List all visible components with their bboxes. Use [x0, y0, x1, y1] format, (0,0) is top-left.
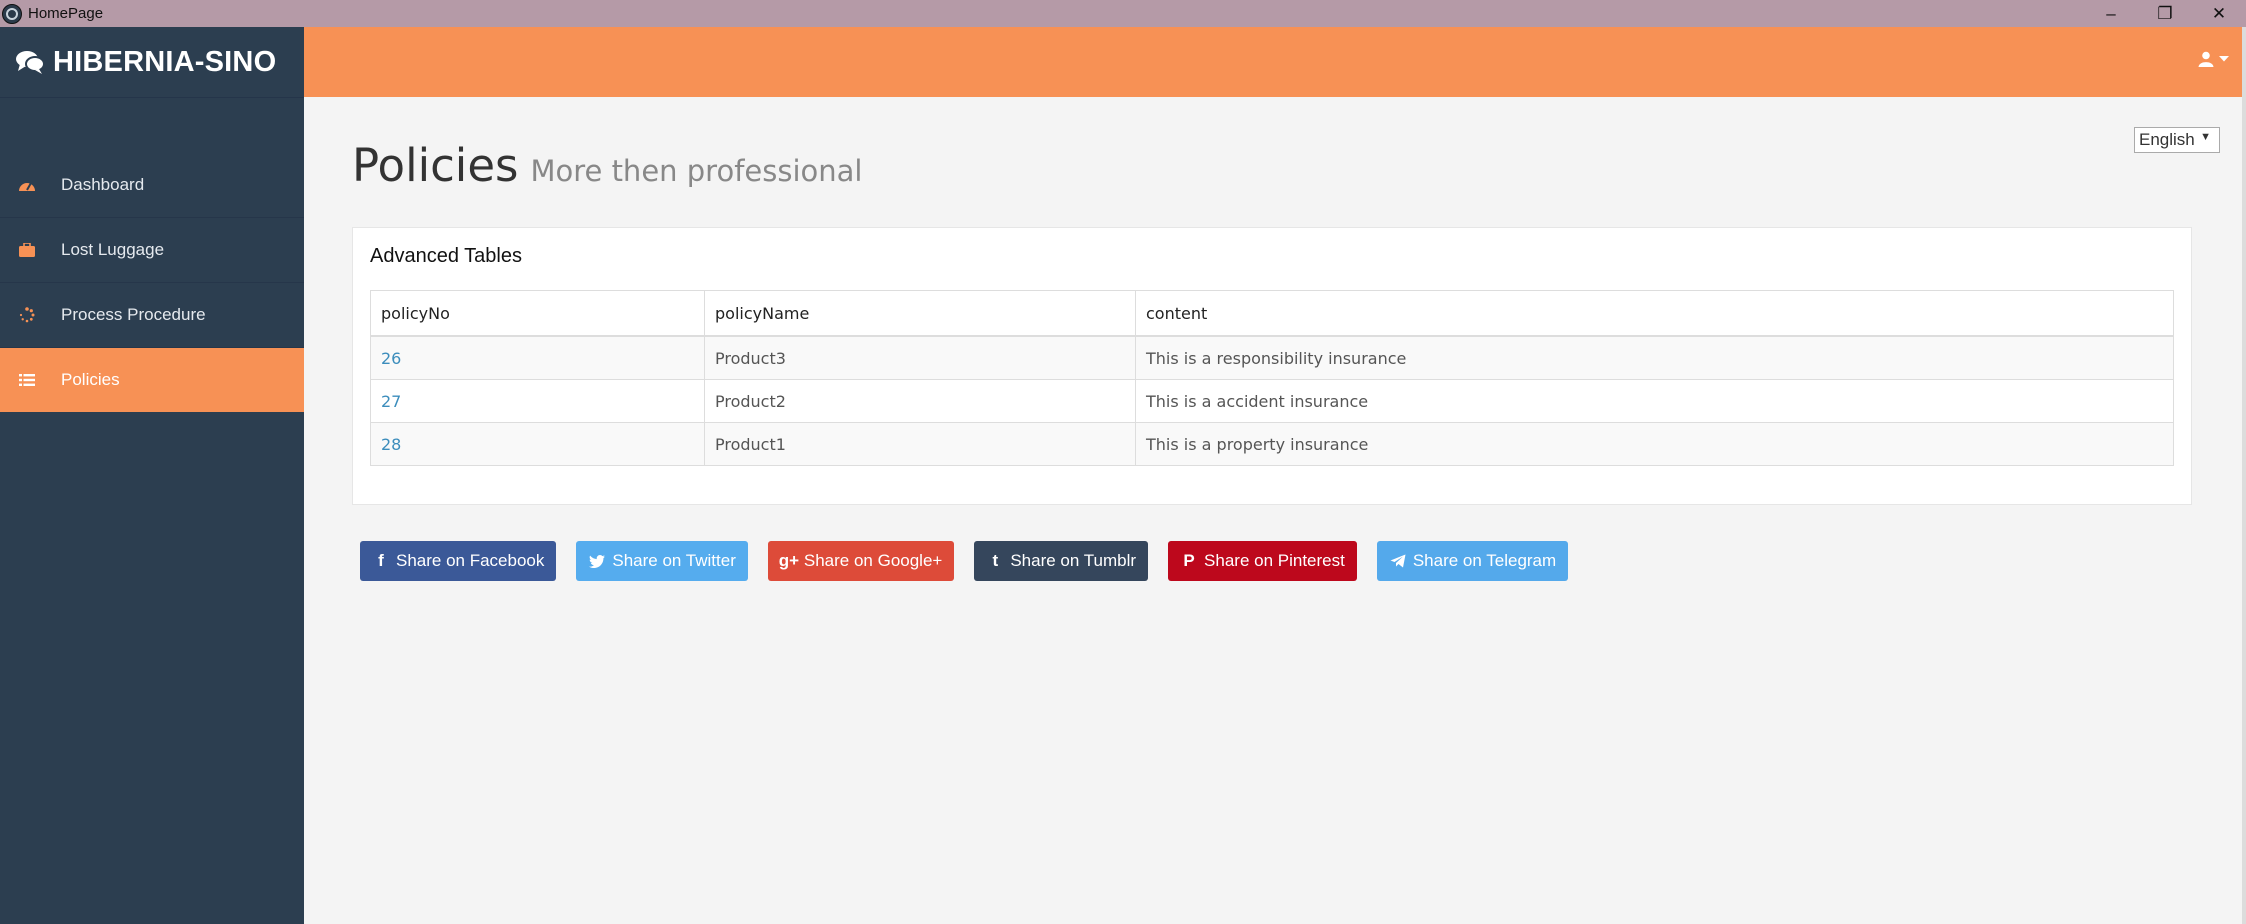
policy-no-link[interactable]: 27: [381, 392, 401, 411]
policy-name-cell: Product1: [704, 422, 1136, 466]
policy-name-cell: Product2: [704, 379, 1136, 423]
policy-no-link[interactable]: 26: [381, 349, 401, 368]
sidebar-item-process-procedure[interactable]: Process Procedure: [0, 283, 304, 348]
share-google-label: Share on Google+: [803, 551, 943, 570]
share-facebook-label: Share on Facebook: [396, 551, 545, 570]
share-twitter-button[interactable]: Share on Twitter: [576, 541, 748, 581]
policy-no-link[interactable]: 28: [381, 435, 401, 454]
share-buttons: f Share on Facebook Share on Twitter g+ …: [360, 541, 1588, 581]
table-header-row: policyNo policyName content: [370, 290, 2174, 337]
sidebar-item-label: Dashboard: [61, 175, 145, 194]
share-pinterest-label: Share on Pinterest: [1204, 551, 1345, 570]
window-titlebar: HomePage – ❐ ✕: [0, 0, 2246, 27]
app-icon: [2, 3, 22, 24]
panel-title: Advanced Tables: [370, 245, 522, 267]
brand-name: HIBERNIA-SINO: [53, 45, 277, 78]
content-cell: This is a responsibility insurance: [1135, 335, 2174, 380]
sidebar-menu: Dashboard Lost Luggage Process Procedure: [0, 153, 304, 412]
sidebar-item-policies[interactable]: Policies: [0, 348, 304, 412]
page-subtitle: More then professional: [530, 154, 863, 188]
minimize-button[interactable]: –: [2084, 0, 2138, 27]
sidebar-item-label: Policies: [61, 370, 120, 389]
google-plus-icon: g+: [778, 551, 800, 570]
window-controls: – ❐ ✕: [2084, 0, 2246, 27]
share-facebook-button[interactable]: f Share on Facebook: [360, 541, 557, 581]
table-row: 28 Product1 This is a property insurance: [370, 422, 2174, 466]
sidebar-item-lost-luggage[interactable]: Lost Luggage: [0, 218, 304, 283]
sidebar-item-dashboard[interactable]: Dashboard: [0, 153, 304, 218]
brand[interactable]: HIBERNIA-SINO: [0, 27, 304, 98]
page-heading: Policies More then professional: [352, 139, 862, 192]
page-title: Policies: [352, 139, 519, 192]
dropdown-arrow-icon: ▼: [2200, 131, 2211, 143]
caret-down-icon: [2219, 56, 2229, 62]
main-content: English ▼ Policies More then professiona…: [304, 97, 2242, 924]
table-row: 27 Product2 This is a accident insurance: [370, 379, 2174, 423]
language-selected: English: [2139, 130, 2195, 149]
dashboard-icon: [18, 176, 36, 194]
sidebar-item-label: Process Procedure: [61, 305, 206, 324]
share-telegram-label: Share on Telegram: [1412, 551, 1557, 570]
comments-icon: [16, 51, 45, 74]
sidebar-item-label: Lost Luggage: [61, 240, 165, 259]
top-header: [304, 27, 2242, 97]
tumblr-icon: t: [992, 551, 999, 570]
user-icon: [2198, 51, 2214, 67]
telegram-icon: [1389, 552, 1407, 570]
policy-name-cell: Product3: [704, 335, 1136, 380]
share-tumblr-button[interactable]: t Share on Tumblr: [974, 541, 1149, 581]
facebook-icon: f: [378, 551, 384, 570]
restore-button[interactable]: ❐: [2138, 0, 2192, 27]
policy-no-cell: 27: [370, 379, 705, 423]
policy-no-cell: 28: [370, 422, 705, 466]
table-row: 26 Product3 This is a responsibility ins…: [370, 335, 2174, 380]
scrollbar[interactable]: [2242, 27, 2246, 924]
column-header-policyname[interactable]: policyName: [704, 290, 1136, 337]
briefcase-icon: [18, 241, 36, 259]
list-icon: [18, 371, 36, 389]
share-google-button[interactable]: g+ Share on Google+: [767, 541, 955, 581]
language-select[interactable]: English ▼: [2134, 127, 2220, 153]
pinterest-icon: P: [1183, 551, 1195, 570]
policy-no-cell: 26: [370, 335, 705, 380]
share-pinterest-button[interactable]: P Share on Pinterest: [1168, 541, 1357, 581]
content-cell: This is a accident insurance: [1135, 379, 2174, 423]
tables-panel: Advanced Tables policyNo policyName cont…: [352, 227, 2192, 505]
sidebar: HIBERNIA-SINO Dashboard Lost Luggage Pro…: [0, 27, 304, 924]
column-header-content[interactable]: content: [1135, 290, 2174, 337]
user-menu[interactable]: [2198, 51, 2230, 67]
close-window-button[interactable]: ✕: [2192, 0, 2246, 27]
share-tumblr-label: Share on Tumblr: [1010, 551, 1137, 570]
window-title: HomePage: [28, 5, 104, 22]
spinner-icon: [18, 306, 36, 324]
column-header-policyno[interactable]: policyNo: [370, 290, 705, 337]
twitter-icon: [588, 552, 606, 570]
share-twitter-label: Share on Twitter: [612, 551, 736, 570]
policies-table: policyNo policyName content 26 Product3 …: [370, 290, 2174, 466]
share-telegram-button[interactable]: Share on Telegram: [1376, 541, 1569, 581]
content-cell: This is a property insurance: [1135, 422, 2174, 466]
